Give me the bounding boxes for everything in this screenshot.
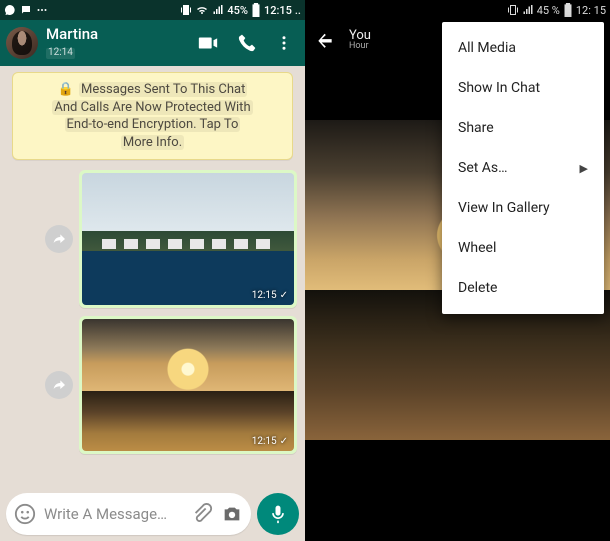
menu-item-show-in-chat[interactable]: Show In Chat — [442, 68, 604, 108]
photo-sunset: 12:15✓ — [82, 319, 294, 451]
voice-call-icon[interactable] — [237, 33, 257, 53]
lock-icon: 🔒 — [58, 82, 74, 97]
chat-app-bar: Martina 12:14 — [0, 20, 305, 66]
forward-icon — [51, 231, 67, 247]
video-call-icon[interactable] — [197, 32, 219, 54]
image-message-bubble[interactable]: 12:15✓ — [79, 316, 297, 454]
back-icon[interactable] — [315, 30, 335, 50]
encryption-notice[interactable]: 🔒 Messages Sent To This Chat And Calls A… — [12, 72, 293, 160]
messenger-icon — [4, 4, 16, 16]
input-bar: Write A Message… — [6, 493, 299, 535]
forward-button[interactable] — [45, 225, 73, 253]
enc-line: Messages Sent To This Chat — [79, 82, 247, 97]
signal-icon — [522, 4, 534, 16]
message-timestamp: 12:15✓ — [252, 290, 288, 301]
enc-line: End-to-end Encryption. Tap To — [65, 117, 241, 132]
chevron-right-icon: ▶ — [580, 162, 588, 175]
wifi-icon — [195, 4, 209, 16]
menu-item-share[interactable]: Share — [442, 108, 604, 148]
vibrate-icon — [507, 4, 519, 16]
battery-icon — [563, 3, 573, 17]
status-bar-right: 45 % 12: 15 — [305, 0, 610, 20]
mic-icon — [268, 504, 288, 524]
enc-line: More Info. — [121, 135, 184, 150]
whatsapp-chat-pane: 45% 12:15 .. Martina 12:14 🔒 Messages Se… — [0, 0, 305, 541]
battery-pct: 45% — [227, 4, 248, 17]
input-placeholder: Write A Message… — [44, 505, 167, 523]
mic-button[interactable] — [257, 493, 299, 535]
menu-item-wheel[interactable]: Wheel — [442, 228, 604, 268]
vibrate-icon — [180, 4, 192, 16]
battery-icon — [251, 3, 261, 17]
media-time: Hour — [349, 42, 371, 51]
attach-icon[interactable] — [191, 503, 213, 525]
clock: 12: 15 — [576, 4, 606, 17]
forward-icon — [51, 377, 67, 393]
message-row: 12:15✓ — [8, 316, 297, 454]
more-icon — [36, 4, 48, 16]
clock-dots: .. — [295, 4, 301, 17]
chat-icon — [20, 4, 32, 16]
menu-item-all-media[interactable]: All Media — [442, 28, 604, 68]
status-bar-left: 45% 12:15 .. — [0, 0, 305, 20]
avatar[interactable] — [6, 27, 38, 59]
message-input[interactable]: Write A Message… — [6, 493, 251, 535]
clock: 12:15 — [264, 4, 292, 17]
menu-item-set-as[interactable]: Set As…▶ — [442, 148, 604, 188]
photo-harbor: 12:15✓ — [82, 173, 294, 305]
contact-name: Martina — [46, 27, 98, 43]
image-message-bubble[interactable]: 12:15✓ — [79, 170, 297, 308]
camera-icon[interactable] — [221, 503, 243, 525]
media-viewer-pane: 45 % 12: 15 You Hour All Media Show In C… — [305, 0, 610, 541]
last-seen: 12:14 — [46, 48, 75, 59]
battery-pct: 45 % — [537, 4, 560, 17]
menu-item-view-gallery[interactable]: View In Gallery — [442, 188, 604, 228]
message-timestamp: 12:15✓ — [252, 436, 288, 447]
chat-scroll-area[interactable]: 🔒 Messages Sent To This Chat And Calls A… — [0, 66, 305, 489]
overflow-icon[interactable] — [275, 33, 293, 53]
chat-title-block[interactable]: Martina 12:14 — [46, 27, 98, 60]
menu-item-delete[interactable]: Delete — [442, 268, 604, 308]
emoji-icon[interactable] — [14, 503, 36, 525]
enc-line: And Calls Are Now Protected With — [52, 100, 252, 115]
signal-icon — [212, 4, 224, 16]
media-viewer-title: You Hour — [349, 29, 371, 51]
message-row: 12:15✓ — [8, 170, 297, 308]
overflow-menu: All Media Show In Chat Share Set As…▶ Vi… — [442, 22, 604, 314]
forward-button[interactable] — [45, 371, 73, 399]
